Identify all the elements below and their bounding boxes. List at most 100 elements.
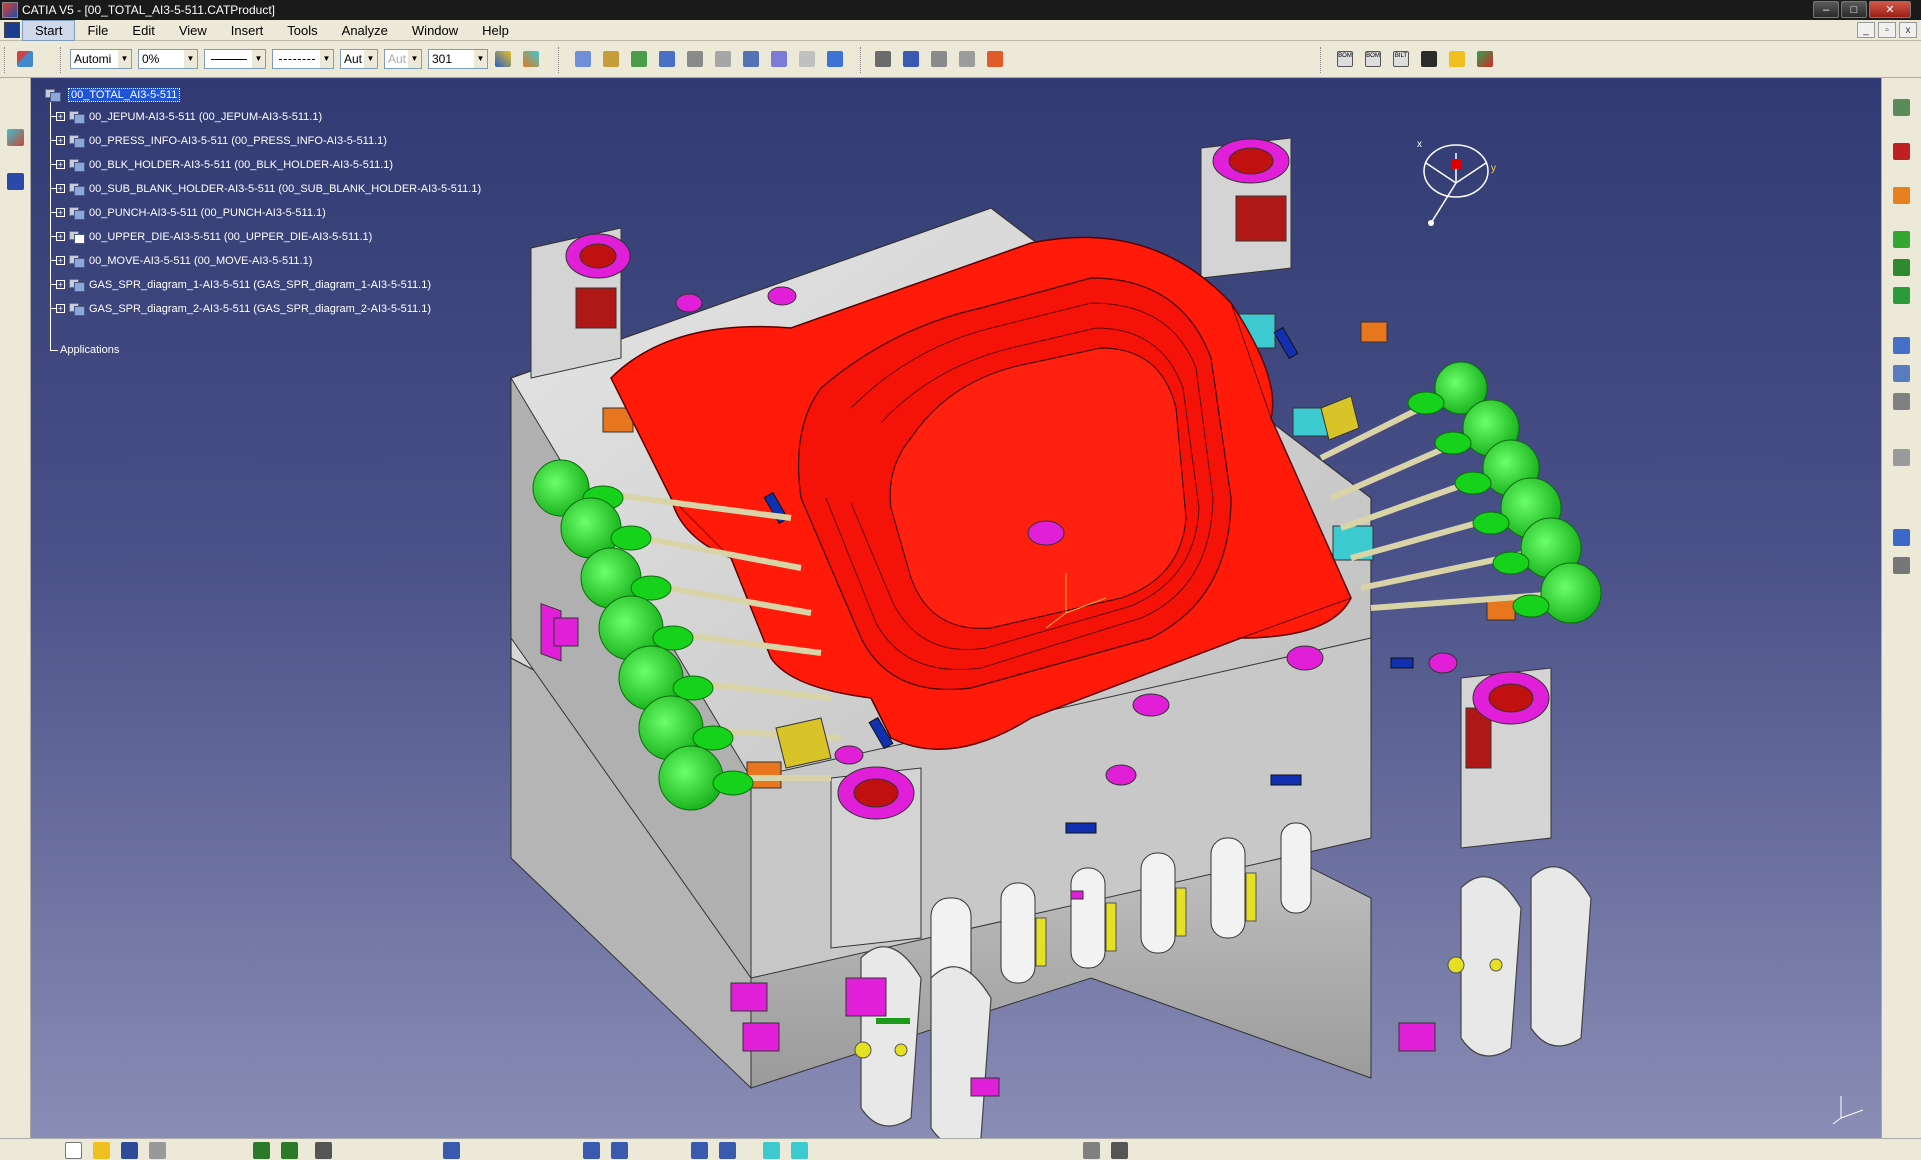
toolbar-grip[interactable] <box>4 47 7 73</box>
product-icon[interactable] <box>4 126 26 148</box>
tree-node-label[interactable]: GAS_SPR_diagram_1-AI3-5-511 (GAS_SPR_dia… <box>89 279 431 291</box>
normal-view-icon[interactable] <box>760 1139 782 1160</box>
product-structure-icon[interactable] <box>14 48 36 70</box>
window-close-button[interactable]: ✕ <box>1869 1 1911 18</box>
point-symbol-combo[interactable]: Aut ▼ <box>340 49 378 69</box>
pan-icon[interactable] <box>580 1139 602 1160</box>
tree-applications-label[interactable]: Applications <box>60 344 119 356</box>
iso-view-icon[interactable] <box>788 1139 810 1160</box>
new-product-icon[interactable] <box>600 48 622 70</box>
tree-node[interactable]: + 00_PRESS_INFO-AI3-5-511 (00_PRESS_INFO… <box>43 132 387 149</box>
tree-node[interactable]: + 00_UPPER_DIE-AI3-5-511 (00_UPPER_DIE-A… <box>43 228 372 245</box>
tree-node[interactable]: + 00_PUNCH-AI3-5-511 (00_PUNCH-AI3-5-511… <box>43 204 326 221</box>
expand-icon[interactable]: + <box>56 232 65 241</box>
reorder-icon[interactable] <box>768 48 790 70</box>
flag-note-icon[interactable] <box>928 48 950 70</box>
tree-root-node[interactable]: 00_TOTAL_AI3-5-511 <box>43 86 181 103</box>
new-component-icon[interactable] <box>572 48 594 70</box>
scene-icon[interactable] <box>984 48 1006 70</box>
zoom-in-icon[interactable] <box>688 1139 710 1160</box>
expand-icon[interactable]: + <box>56 280 65 289</box>
multi-instantiation-icon[interactable] <box>824 48 846 70</box>
expand-icon[interactable]: + <box>56 256 65 265</box>
help-icon[interactable] <box>312 1139 334 1160</box>
tree-node-label[interactable]: 00_BLK_HOLDER-AI3-5-511 (00_BLK_HOLDER-A… <box>89 159 393 171</box>
menu-view[interactable]: View <box>167 20 219 41</box>
tree-root-label[interactable]: 00_TOTAL_AI3-5-511 <box>68 87 181 102</box>
expand-icon[interactable]: + <box>56 208 65 217</box>
pdf-icon[interactable] <box>1890 140 1912 162</box>
expand-icon[interactable]: + <box>56 304 65 313</box>
new-icon[interactable] <box>62 1139 84 1160</box>
document-icon[interactable] <box>4 22 20 38</box>
menu-analyze[interactable]: Analyze <box>330 20 400 41</box>
catalog-icon[interactable] <box>1890 96 1912 118</box>
replace-component-icon[interactable] <box>684 48 706 70</box>
tree-node[interactable]: + 00_MOVE-AI3-5-511 (00_MOVE-AI3-5-511.1… <box>43 252 312 269</box>
text-annotation-icon[interactable] <box>900 48 922 70</box>
new-part-icon[interactable] <box>628 48 650 70</box>
select-icon[interactable] <box>1890 184 1912 206</box>
tree-node-label[interactable]: GAS_SPR_diagram_2-AI3-5-511 (GAS_SPR_dia… <box>89 303 431 315</box>
expand-icon[interactable]: + <box>56 160 65 169</box>
snap-icon[interactable] <box>4 170 26 192</box>
menu-file[interactable]: File <box>75 20 120 41</box>
measure-icon[interactable] <box>1890 334 1912 356</box>
render-icon[interactable] <box>1890 526 1912 548</box>
toolbar-grip[interactable] <box>558 47 561 73</box>
window-minimize-button[interactable]: – <box>1813 1 1839 18</box>
tree-node[interactable]: + 00_BLK_HOLDER-AI3-5-511 (00_BLK_HOLDER… <box>43 156 393 173</box>
save-icon[interactable] <box>118 1139 140 1160</box>
line-type-combo[interactable]: ▼ <box>272 49 334 69</box>
bilt-icon[interactable]: BILT <box>1390 48 1412 70</box>
redo-icon[interactable] <box>278 1139 300 1160</box>
menu-start[interactable]: Start <box>22 19 76 41</box>
painter-icon[interactable] <box>492 48 514 70</box>
generate-numbering-icon[interactable] <box>740 48 762 70</box>
layer-combo[interactable]: 301 ▼ <box>428 49 488 69</box>
doc-minimize-button[interactable]: _ <box>1857 22 1875 38</box>
tree-node-label[interactable]: 00_SUB_BLANK_HOLDER-AI3-5-511 (00_SUB_BL… <box>89 183 481 195</box>
hide-show-icon[interactable] <box>1108 1139 1130 1160</box>
doc-close-button[interactable]: x <box>1899 22 1917 38</box>
section-icon[interactable] <box>1890 390 1912 412</box>
toolbar-grip[interactable] <box>60 47 63 73</box>
undo-icon[interactable] <box>250 1139 272 1160</box>
explode-icon[interactable] <box>1890 446 1912 468</box>
constraint-icon[interactable] <box>1890 256 1912 278</box>
menu-help[interactable]: Help <box>470 20 521 41</box>
tree-node-label[interactable]: 00_PRESS_INFO-AI3-5-511 (00_PRESS_INFO-A… <box>89 135 387 147</box>
tree-node[interactable]: + 00_SUB_BLANK_HOLDER-AI3-5-511 (00_SUB_… <box>43 180 481 197</box>
existing-component-icon[interactable] <box>656 48 678 70</box>
menu-edit[interactable]: Edit <box>120 20 166 41</box>
transparency-combo[interactable]: 0% ▼ <box>138 49 198 69</box>
expand-icon[interactable]: + <box>56 184 65 193</box>
compass-icon[interactable]: x y <box>1411 123 1501 233</box>
assembly-icon[interactable] <box>1890 228 1912 250</box>
tree-node[interactable]: + 00_JEPUM-AI3-5-511 (00_JEPUM-AI3-5-511… <box>43 108 322 125</box>
refresh-icon[interactable] <box>796 48 818 70</box>
menu-window[interactable]: Window <box>400 20 470 41</box>
3d-viewport[interactable]: 00_TOTAL_AI3-5-511 + 00_JEPUM-AI3-5-511 … <box>31 78 1881 1138</box>
expand-icon[interactable]: + <box>56 112 65 121</box>
graph-tree-icon[interactable] <box>712 48 734 70</box>
tree-node[interactable]: + GAS_SPR_diagram_1-AI3-5-511 (GAS_SPR_d… <box>43 276 431 293</box>
tree-node-label[interactable]: 00_UPPER_DIE-AI3-5-511 (00_UPPER_DIE-AI3… <box>89 231 372 243</box>
catalog-icon[interactable] <box>1446 48 1468 70</box>
fit-all-icon[interactable] <box>440 1139 462 1160</box>
expand-icon[interactable]: + <box>56 136 65 145</box>
toolbar-grip[interactable] <box>860 47 863 73</box>
bom-table-icon[interactable]: BOM <box>1362 48 1384 70</box>
catia-app-icon[interactable] <box>2 2 18 18</box>
tree-node-label[interactable]: 00_PUNCH-AI3-5-511 (00_PUNCH-AI3-5-511.1… <box>89 207 326 219</box>
constraint-icon[interactable] <box>872 48 894 70</box>
tree-node-label[interactable]: 00_JEPUM-AI3-5-511 (00_JEPUM-AI3-5-511.1… <box>89 111 322 123</box>
window-maximize-button[interactable]: □ <box>1841 1 1867 18</box>
open-icon[interactable] <box>90 1139 112 1160</box>
line-thickness-combo[interactable]: ▼ <box>204 49 266 69</box>
tree-applications-node[interactable]: Applications <box>43 344 119 356</box>
rotate-icon[interactable] <box>608 1139 630 1160</box>
manipulate-icon[interactable] <box>1890 284 1912 306</box>
axis-icon[interactable] <box>1890 554 1912 576</box>
clash-icon[interactable] <box>1890 362 1912 384</box>
